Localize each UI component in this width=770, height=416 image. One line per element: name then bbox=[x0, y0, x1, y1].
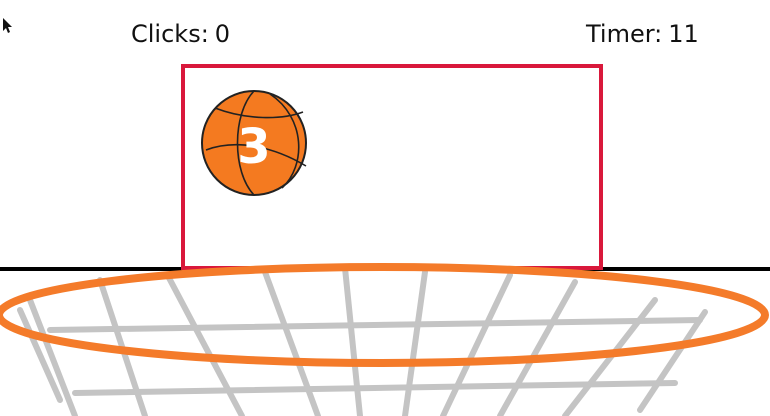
arrow-cursor-icon bbox=[3, 18, 12, 33]
game-stage[interactable]: Clicks: 0 Timer: 11 3 bbox=[0, 0, 770, 416]
basketball-icon[interactable]: 3 bbox=[201, 90, 307, 196]
net bbox=[17, 265, 708, 416]
court-scene: 3 bbox=[0, 64, 770, 416]
hoop-rim bbox=[0, 263, 769, 367]
ball-number: 3 bbox=[237, 119, 270, 175]
